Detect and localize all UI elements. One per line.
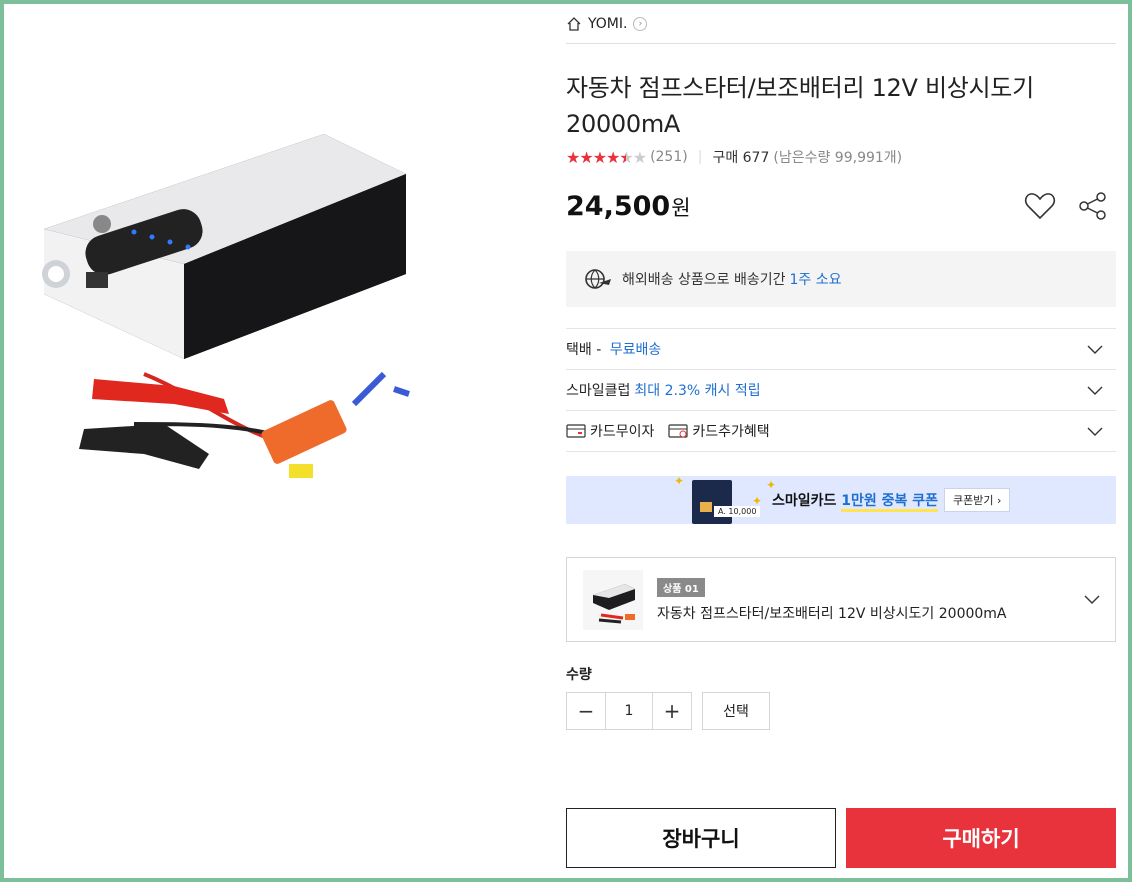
product-image-area <box>4 4 560 878</box>
banner-text-highlight: 1만원 중복 쿠폰 <box>841 493 939 512</box>
review-count[interactable]: (251) <box>650 149 688 165</box>
share-icon[interactable] <box>1078 191 1108 221</box>
product-actions <box>1024 191 1108 221</box>
delivery-row[interactable]: 택배 - 무료배송 <box>566 329 1116 370</box>
product-info: YOMI. › 자동차 점프스타터/보조배터리 12V 비상시도기 20000m… <box>566 4 1116 730</box>
product-title: 자동차 점프스타터/보조배터리 12V 비상시도기 20000mA <box>566 74 1034 138</box>
divider: | <box>697 149 703 165</box>
benefit-rows: 택배 - 무료배송 스마일클럽 최대 2.3% 캐시 적립 카드무이자 카드추가… <box>566 328 1116 452</box>
buy-now-button[interactable]: 구매하기 <box>846 808 1116 868</box>
sparkle-icon: ✦ <box>674 474 685 488</box>
store-breadcrumb[interactable]: YOMI. › <box>566 4 1116 44</box>
option-thumbnail <box>583 569 643 630</box>
chevron-down-icon[interactable] <box>1086 422 1104 440</box>
purchase-actions: 장바구니 구매하기 <box>566 808 1116 868</box>
delivery-label: 택배 - <box>566 342 606 358</box>
card-amount-tag: A. 10,000 <box>714 506 761 517</box>
price-row: 24,500원 <box>566 186 1116 226</box>
remaining-stock: (남은수량 99,991개) <box>773 150 903 166</box>
card-extra-benefit[interactable]: 카드추가혜택 <box>692 421 769 441</box>
select-button[interactable]: 선택 <box>702 692 770 730</box>
price-currency: 원 <box>671 195 691 220</box>
smile-club-label: 스마일클럽 <box>566 383 631 399</box>
price-value: 24,500 <box>566 190 671 222</box>
option-text: 상품 01 자동차 점프스타터/보조배터리 12V 비상시도기 20000mA <box>657 577 1007 623</box>
globe-plane-icon <box>585 269 611 289</box>
quantity-stepper: − 1 + <box>566 692 692 730</box>
banner-text: 스마일카드 1만원 중복 쿠폰 <box>772 490 939 512</box>
rating-stars-icon: ★★★★★★★ <box>566 147 647 167</box>
increase-button[interactable]: + <box>653 693 691 729</box>
delivery-value: 무료배송 <box>609 342 662 358</box>
product-meta: ★★★★★★★ (251) | 구매 677 (남은수량 99,991개) <box>566 146 1116 168</box>
option-name: 자동차 점프스타터/보조배터리 12V 비상시도기 20000mA <box>657 605 1007 622</box>
decrease-button[interactable]: − <box>567 693 605 729</box>
add-to-cart-button[interactable]: 장바구니 <box>566 808 836 868</box>
card-plus-icon <box>668 424 689 438</box>
smile-card-coupon-banner[interactable]: ✦ ✦ ✦ A. 10,000 스마일카드 1만원 중복 쿠폰 쿠폰받기 › <box>566 474 1116 524</box>
banner-text-prefix: 스마일카드 <box>772 493 842 509</box>
card-icon <box>566 424 586 438</box>
heart-icon[interactable] <box>1024 192 1056 220</box>
shipping-duration: 1주 소요 <box>789 272 842 288</box>
quantity-row: − 1 + 선택 <box>566 692 1116 730</box>
get-coupon-button[interactable]: 쿠폰받기 › <box>944 488 1011 512</box>
card-interest-free[interactable]: 카드무이자 <box>590 421 654 441</box>
selected-option[interactable]: 상품 01 자동차 점프스타터/보조배터리 12V 비상시도기 20000mA <box>566 557 1116 642</box>
shipping-notice: 해외배송 상품으로 배송기간 1주 소요 <box>566 251 1116 307</box>
option-badge: 상품 01 <box>657 577 705 597</box>
smile-club-row[interactable]: 스마일클럽 최대 2.3% 캐시 적립 <box>566 370 1116 411</box>
purchase-count: 구매 677 <box>712 150 770 166</box>
card-benefit-row[interactable]: 카드무이자 카드추가혜택 <box>566 411 1116 452</box>
chevron-down-icon[interactable] <box>1083 590 1101 608</box>
credit-card-image <box>692 480 732 524</box>
quantity-label: 수량 <box>566 667 592 683</box>
chevron-down-icon[interactable] <box>1086 340 1104 358</box>
product-image[interactable] <box>24 124 424 504</box>
price: 24,500원 <box>566 191 691 222</box>
chevron-right-icon: › <box>633 16 648 31</box>
shipping-text: 해외배송 상품으로 배송기간 <box>622 272 786 288</box>
chevron-down-icon[interactable] <box>1086 381 1104 399</box>
store-name[interactable]: YOMI. <box>588 16 627 32</box>
quantity-value[interactable]: 1 <box>605 693 653 729</box>
home-icon <box>567 16 581 31</box>
smile-club-value: 최대 2.3% 캐시 적립 <box>634 383 761 399</box>
